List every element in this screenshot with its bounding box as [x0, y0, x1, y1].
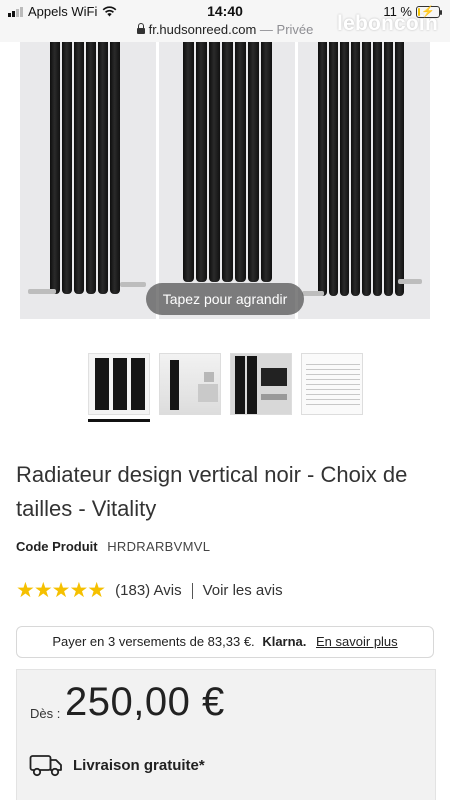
- radiator-tube: [235, 42, 246, 282]
- product-main-image[interactable]: Tapez pour agrandir: [0, 42, 450, 320]
- table-line: [306, 394, 360, 395]
- product-title: Radiateur design vertical noir - Choix d…: [16, 462, 408, 521]
- lock-icon: [136, 23, 145, 34]
- klarna-more-link[interactable]: En savoir plus: [316, 634, 398, 649]
- table-line: [306, 399, 360, 400]
- radiator-tube: [86, 42, 96, 294]
- radiator-tube: [209, 42, 220, 282]
- thumbnail-strip: [0, 353, 450, 423]
- table-line: [306, 404, 360, 405]
- product-code-value: HRDRARBVMVL: [107, 539, 211, 554]
- active-thumbnail-indicator: [88, 419, 150, 422]
- klarna-logo: Klarna.: [262, 634, 307, 649]
- valve-left-2: [302, 291, 324, 296]
- image-panel-right: [298, 42, 430, 319]
- radiator-tube: [384, 42, 393, 296]
- radiator-tube: [329, 42, 338, 296]
- table-line: [306, 389, 360, 390]
- url-text: fr.hudsonreed.com: [148, 22, 257, 37]
- radiator-tube: [110, 42, 120, 294]
- radiator-tube: [351, 42, 360, 296]
- price-from-label: Dès :: [30, 706, 61, 721]
- review-count: (183) Avis: [115, 582, 182, 599]
- rating-divider: [191, 582, 193, 599]
- price-value: 250,00 €: [65, 680, 225, 724]
- valve-right: [120, 282, 146, 287]
- table-line: [306, 364, 360, 365]
- delivery-info: Livraison gratuite*: [29, 752, 205, 778]
- thumbnail-3[interactable]: [230, 353, 292, 415]
- leboncoin-watermark: leboncoin: [337, 12, 438, 35]
- klarna-text: Payer en 3 versements de 83,33 €.: [52, 634, 255, 649]
- radiator-tube: [50, 42, 60, 294]
- table-line: [306, 384, 360, 385]
- radiator-tube: [74, 42, 84, 294]
- image-panel-center: [159, 42, 295, 319]
- truck-icon: [29, 755, 62, 777]
- image-panel-left: [20, 42, 156, 319]
- see-reviews-link[interactable]: Voir les avis: [203, 582, 283, 599]
- thumbnail-1[interactable]: [88, 353, 150, 415]
- radiator-tube: [183, 42, 194, 282]
- thumbnail-2[interactable]: [159, 353, 221, 415]
- delivery-label: Livraison gratuite*: [73, 756, 205, 774]
- product-code: Code Produit HRDRARBVMVL: [16, 539, 210, 554]
- radiator-tube: [248, 42, 259, 282]
- radiator-tube: [98, 42, 108, 294]
- table-line: [306, 379, 360, 380]
- radiator-tube: [373, 42, 382, 296]
- table-line: [306, 369, 360, 370]
- product-code-label: Code Produit: [16, 539, 98, 554]
- radiator-tube: [62, 42, 72, 294]
- rating-row: ★★★★★ (183) Avis Voir les avis: [16, 578, 283, 603]
- radiator-tube: [395, 42, 404, 296]
- radiator-tube: [196, 42, 207, 282]
- radiator-tube: [340, 42, 349, 296]
- table-line: [306, 374, 360, 375]
- radiator-tube: [261, 42, 272, 282]
- thumbnail-4[interactable]: [301, 353, 363, 415]
- valve-left: [28, 289, 56, 294]
- private-mode-label: Privée: [276, 22, 314, 37]
- radiator-tube: [362, 42, 371, 296]
- klarna-banner: Payer en 3 versements de 83,33 €. Klarna…: [16, 626, 434, 658]
- price-box: Dès : 250,00 € Livraison gratuite*: [16, 669, 436, 800]
- radiator-tube: [318, 42, 327, 296]
- valve-right-2: [398, 279, 422, 284]
- tap-to-zoom-hint[interactable]: Tapez pour agrandir: [146, 283, 304, 315]
- star-rating: ★★★★★: [16, 579, 106, 602]
- radiator-tube: [222, 42, 233, 282]
- url-separator: —: [259, 22, 273, 37]
